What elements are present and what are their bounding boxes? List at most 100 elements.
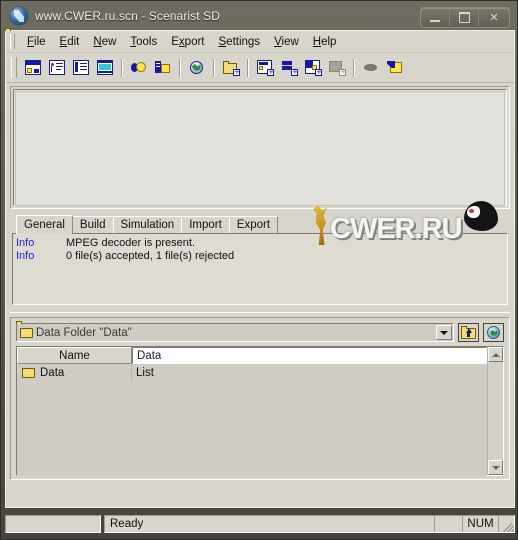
new-data-folder-button[interactable]: + [220, 57, 242, 78]
main-toolbar: + + + + + [6, 53, 514, 83]
log-tabs: General Build Simulation Import Export [10, 215, 510, 234]
resize-grip-icon[interactable] [499, 516, 514, 532]
tab-export[interactable]: Export [228, 216, 279, 233]
row-value-cell: List [136, 366, 154, 379]
new-subtitle-track-button[interactable]: + [302, 57, 324, 78]
folder-open-icon [20, 327, 33, 338]
subtitle-add-icon: + [305, 60, 322, 76]
menu-drag-grip[interactable] [10, 34, 15, 49]
editor-workspace-canvas[interactable] [15, 91, 505, 206]
row-name-cell: Data [17, 364, 132, 381]
globe-properties-button[interactable] [483, 323, 504, 342]
folder-icon [22, 367, 35, 378]
simulation-button[interactable] [186, 57, 208, 78]
pointer-blob-icon [363, 60, 379, 75]
layout-editor-button[interactable] [128, 57, 150, 78]
log-level: Info [16, 250, 35, 262]
row-name-label: Data [40, 366, 65, 379]
data-folder-row: Data Folder "Data" [16, 323, 504, 342]
menu-export[interactable]: Export [164, 34, 211, 50]
properties-icon [155, 60, 171, 75]
column-header-name[interactable]: Name [17, 347, 132, 364]
scenario-editor-icon [49, 60, 65, 75]
data-list[interactable]: Name Data Data List [16, 346, 504, 477]
properties-button[interactable] [152, 57, 174, 78]
preview-monitor-button[interactable] [94, 57, 116, 78]
data-list-body: Name Data Data List [17, 347, 487, 477]
data-panel-section: Data Folder "Data" Name Data Data List [10, 312, 510, 480]
preview-monitor-icon [97, 60, 113, 75]
minimize-button[interactable] [421, 9, 450, 26]
editor-pane-frame [10, 86, 510, 209]
maximize-button[interactable] [450, 9, 479, 26]
data-folder-value: Data Folder "Data" [36, 326, 132, 339]
new-video-track-button[interactable]: + [254, 57, 276, 78]
toolbar-separator-4 [247, 58, 249, 77]
scroll-up-icon[interactable] [488, 347, 503, 362]
log-panel[interactable]: Info MPEG decoder is present. Info 0 fil… [12, 233, 508, 305]
menu-settings[interactable]: Settings [212, 34, 268, 50]
close-button[interactable]: ✕ [479, 9, 509, 26]
folder-up-icon [461, 326, 476, 339]
highlight-add-icon-disabled: + [329, 60, 346, 76]
track-editor-icon [25, 60, 41, 75]
menu-help[interactable]: Help [306, 34, 344, 50]
menu-view[interactable]: View [267, 34, 306, 50]
window-controls: ✕ [420, 7, 510, 28]
client-area: File Edit New Tools Export Settings View… [5, 30, 515, 508]
new-audio-track-button[interactable]: + [278, 57, 300, 78]
globe-icon [487, 326, 500, 339]
toolbar-separator-5 [353, 58, 355, 77]
status-left-panel [5, 515, 101, 533]
folder-add-icon: + [223, 60, 240, 76]
mouse-tool-button[interactable] [360, 57, 382, 78]
tab-simulation[interactable]: Simulation [112, 216, 183, 233]
video-add-icon: + [257, 60, 274, 76]
import-asset-button[interactable] [384, 57, 406, 78]
scroll-down-icon[interactable] [488, 460, 503, 475]
audio-add-icon: + [281, 60, 298, 76]
log-row: Info 0 file(s) accepted, 1 file(s) rejec… [16, 250, 507, 263]
status-indicator-blank [435, 516, 463, 532]
data-name-input[interactable]: Data [132, 347, 487, 364]
menu-tools[interactable]: Tools [123, 34, 164, 50]
new-highlight-button: + [326, 57, 348, 78]
track-editor-button[interactable] [22, 57, 44, 78]
toolbar-drag-grip[interactable] [11, 57, 17, 78]
editor-workspace[interactable] [13, 89, 507, 206]
application-window: www.CWER.ru.scn - Scenarist SD ✕ File Ed… [0, 0, 518, 540]
go-up-folder-button[interactable] [458, 323, 479, 342]
menu-new[interactable]: New [86, 34, 123, 50]
data-folder-combo[interactable]: Data Folder "Data" [16, 323, 454, 342]
menu-file[interactable]: File [20, 34, 53, 50]
scenarist-logo-icon [10, 7, 28, 25]
log-level: Info [16, 237, 35, 249]
tab-build[interactable]: Build [71, 216, 114, 233]
data-list-empty-space[interactable] [17, 381, 487, 477]
chevron-down-icon[interactable] [436, 325, 452, 340]
import-folder-icon [387, 60, 403, 75]
toolbar-separator-3 [213, 58, 215, 77]
scenario-editor-button[interactable] [46, 57, 68, 78]
toolbar-separator-1 [121, 58, 123, 77]
list-editor-button[interactable] [70, 57, 92, 78]
tab-import[interactable]: Import [181, 216, 230, 233]
data-list-header: Name Data [17, 347, 487, 364]
log-tab-block: CWER.RU General Build Simulation Import … [10, 201, 510, 305]
data-panel: Data Folder "Data" Name Data Data List [10, 317, 510, 480]
window-title: www.CWER.ru.scn - Scenarist SD [35, 9, 221, 23]
log-row: Info MPEG decoder is present. [16, 237, 507, 250]
status-indicator-num: NUM [463, 516, 499, 532]
status-bar: Ready NUM [5, 513, 515, 535]
log-message: MPEG decoder is present. [66, 237, 196, 249]
status-main-panel: Ready NUM [104, 515, 515, 533]
data-list-scrollbar[interactable] [487, 347, 503, 475]
table-row[interactable]: Data List [17, 364, 487, 381]
pac-layout-icon [131, 60, 147, 75]
menu-bar: File Edit New Tools Export Settings View… [6, 31, 514, 53]
list-editor-icon [73, 60, 89, 75]
menu-edit[interactable]: Edit [53, 34, 87, 50]
title-bar: www.CWER.ru.scn - Scenarist SD ✕ [4, 3, 516, 29]
status-message: Ready [105, 516, 435, 532]
tab-general[interactable]: General [16, 215, 73, 234]
